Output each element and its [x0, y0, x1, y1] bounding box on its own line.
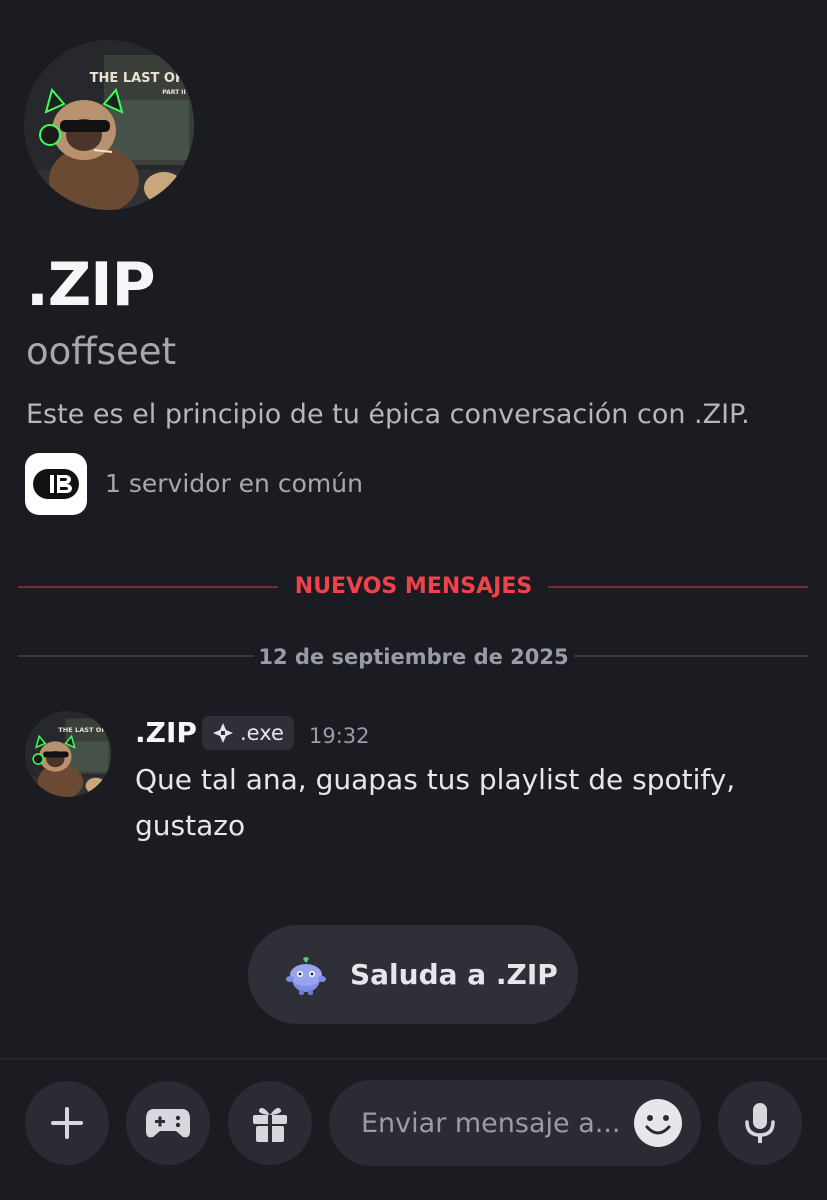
- svg-text:THE LAST OF US: THE LAST OF US: [90, 71, 194, 86]
- emoji-button[interactable]: [634, 1099, 682, 1147]
- message-input[interactable]: [359, 1106, 628, 1140]
- wumpus-icon: [286, 956, 326, 995]
- gift-button[interactable]: [228, 1081, 312, 1165]
- svg-text:PART II: PART II: [162, 89, 186, 96]
- date-divider-right: [574, 655, 808, 657]
- message-timestamp: 19:32: [309, 724, 370, 748]
- mutual-servers-label[interactable]: 1 servidor en común: [105, 468, 363, 500]
- message-composer[interactable]: [329, 1080, 701, 1166]
- date-divider-label: 12 de septiembre de 2025: [258, 645, 569, 669]
- profile-avatar-image: THE LAST OF US PART II: [24, 40, 194, 210]
- voice-message-button[interactable]: [718, 1081, 802, 1165]
- message-avatar[interactable]: THE LAST OF US: [25, 711, 111, 797]
- message-author[interactable]: .ZIP: [135, 715, 197, 751]
- message-avatar-image: THE LAST OF US: [25, 711, 111, 797]
- message-content: Que tal ana, guapas tus playlist de spot…: [135, 763, 736, 842]
- gift-icon: [253, 1107, 287, 1142]
- activities-button[interactable]: [126, 1081, 210, 1165]
- conversation-intro: Este es el principio de tu épica convers…: [26, 399, 750, 430]
- profile-display-name: .ZIP: [26, 250, 156, 320]
- profile-avatar[interactable]: THE LAST OF US PART II: [24, 40, 194, 210]
- microphone-icon: [745, 1103, 775, 1143]
- tag-diamond-icon: [213, 723, 233, 743]
- profile-username: ooffseet: [26, 330, 177, 373]
- composer-separator: [0, 1058, 827, 1060]
- svg-text:THE LAST OF US: THE LAST OF US: [58, 726, 111, 734]
- wave-button-label: Saluda a .ZIP: [350, 958, 558, 991]
- guild-tag-label: .exe: [240, 721, 284, 745]
- gamepad-icon: [146, 1109, 190, 1138]
- plus-icon: [51, 1107, 83, 1139]
- emoji-icon: [635, 1100, 681, 1146]
- new-messages-divider-right: [548, 586, 808, 588]
- guild-tag[interactable]: .exe: [202, 716, 294, 750]
- attach-button[interactable]: [25, 1081, 109, 1165]
- server-logo-icon[interactable]: [25, 453, 87, 515]
- wave-button[interactable]: Saluda a .ZIP: [248, 925, 578, 1024]
